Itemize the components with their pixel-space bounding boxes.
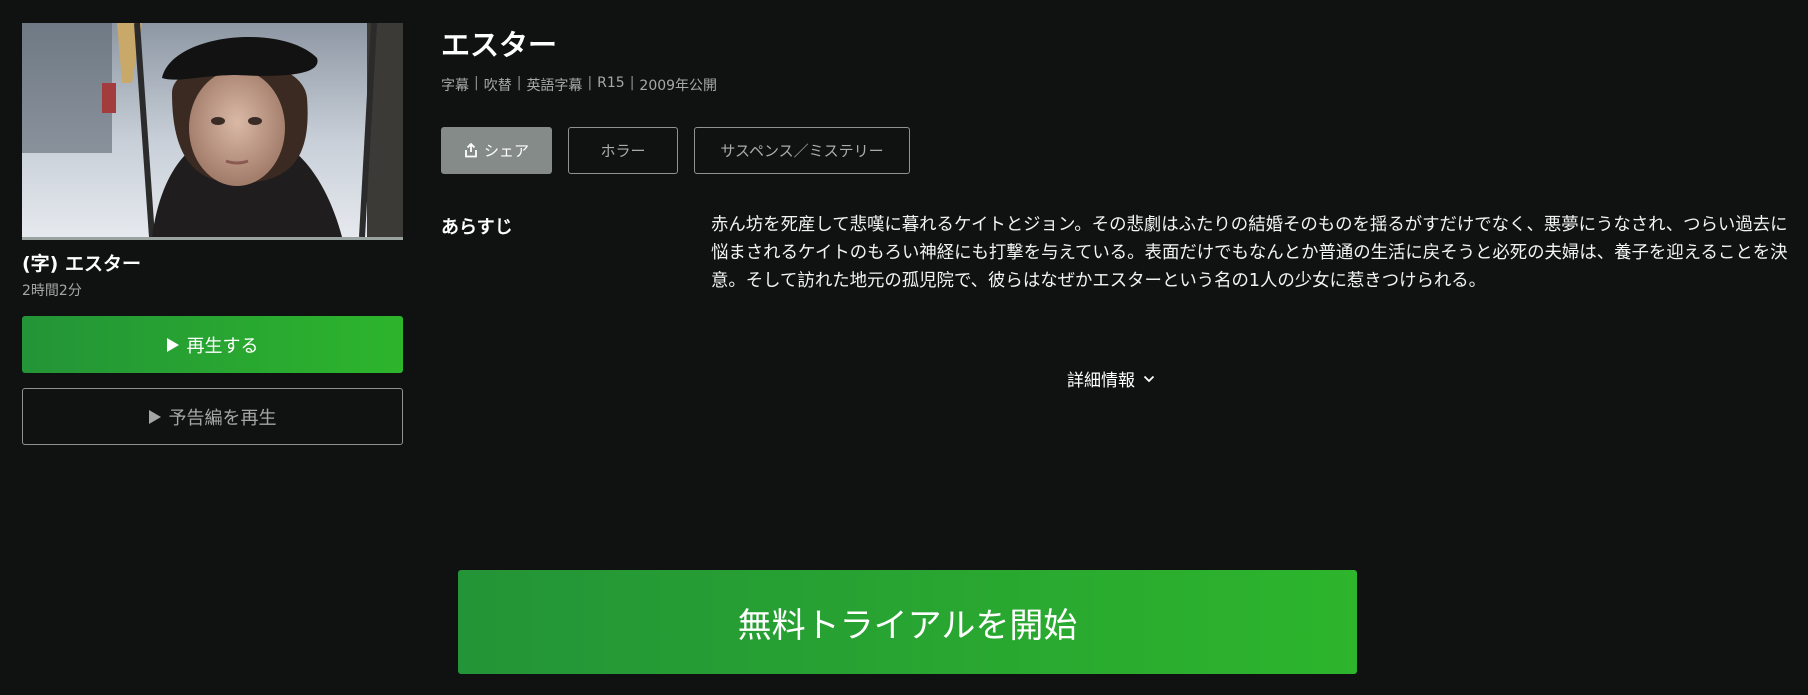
- share-button[interactable]: シェア: [441, 127, 552, 174]
- play-trailer-button[interactable]: 予告編を再生: [22, 388, 403, 445]
- share-label: シェア: [483, 142, 529, 160]
- meta-subtitles: 字幕: [441, 78, 469, 94]
- chevron-down-icon: [1143, 375, 1155, 382]
- tag-row: シェア ホラー サスペンス／ミステリー: [441, 127, 926, 174]
- meta-dubbed: 吹替: [483, 78, 512, 94]
- play-button[interactable]: 再生する: [22, 316, 403, 373]
- meta-rating: R15: [597, 75, 625, 91]
- video-detail-page: (字) エスター 2時間2分 再生する 予告編を再生 エスター 字幕 | 吹替 …: [0, 0, 1808, 695]
- details-label: 詳細情報: [1067, 371, 1135, 391]
- synopsis-label: あらすじ: [441, 217, 513, 238]
- meta-separator: |: [516, 75, 522, 91]
- episode-duration: 2時間2分: [22, 283, 82, 299]
- episode-title: (字) エスター: [22, 253, 141, 275]
- synopsis-text: 赤ん坊を死産して悲嘆に暮れるケイトとジョン。その悲劇はふたりの結婚そのものを揺る…: [711, 215, 1788, 291]
- meta-separator: |: [587, 75, 593, 91]
- details-toggle[interactable]: 詳細情報: [1067, 366, 1155, 391]
- page-title: エスター: [441, 28, 558, 62]
- genre-tag-horror[interactable]: ホラー: [568, 127, 678, 174]
- share-icon: [465, 143, 477, 158]
- meta-info: 字幕 | 吹替 | 英語字幕 | R15 | 2009年公開: [441, 75, 717, 95]
- meta-release-year: 2009年公開: [639, 78, 718, 94]
- play-icon: [166, 337, 179, 352]
- start-free-trial-button[interactable]: 無料トライアルを開始: [458, 570, 1357, 674]
- play-label: 再生する: [186, 335, 259, 357]
- trailer-label: 予告編を再生: [168, 407, 277, 429]
- episode-thumbnail[interactable]: [22, 23, 403, 240]
- meta-english-subtitles: 英語字幕: [526, 78, 583, 94]
- meta-separator: |: [474, 75, 479, 91]
- thumbnail-image: [22, 23, 403, 237]
- meta-separator: |: [629, 75, 635, 91]
- play-icon: [148, 409, 161, 424]
- genre-tag-suspense-mystery[interactable]: サスペンス／ミステリー: [694, 127, 910, 174]
